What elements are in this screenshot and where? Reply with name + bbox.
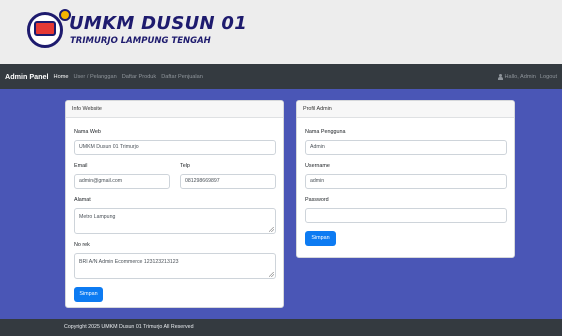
resize-handle-icon[interactable] — [269, 272, 274, 277]
resize-handle-icon[interactable] — [269, 227, 274, 232]
norek-textarea[interactable]: BRI A/N Admin Ecommerce 123123213123 — [74, 253, 276, 279]
alamat-label: Alamat — [74, 197, 91, 203]
alamat-textarea[interactable]: Metro Lampung — [74, 208, 276, 234]
navbar: Admin Panel Home User / Pelanggan Daftar… — [0, 64, 562, 89]
site-header: UMKM DUSUN 01 TRIMURJO LAMPUNG TENGAH — [0, 0, 562, 64]
email-label: Email — [74, 163, 88, 169]
info-website-card: Info Website Nama Web UMKM Dusun 01 Trim… — [65, 100, 284, 308]
nama-pengguna-label: Nama Pengguna — [305, 129, 346, 135]
nav-link-products[interactable]: Daftar Produk — [122, 74, 157, 80]
nama-pengguna-input[interactable]: Admin — [305, 140, 507, 155]
profil-admin-card: Profil Admin Nama Pengguna Admin Usernam… — [296, 100, 515, 258]
nav-user-area: Hallo, Admin Logout — [498, 64, 557, 89]
username-input[interactable]: admin — [305, 174, 507, 189]
nama-web-input[interactable]: UMKM Dusun 01 Trimurjo — [74, 140, 276, 155]
norek-value: BRI A/N Admin Ecommerce 123123213123 — [79, 259, 179, 265]
username-label: Username — [305, 163, 330, 169]
site-footer: Copyright 2025 UMKM Dusun 01 Trimurjo Al… — [0, 319, 562, 336]
nav-link-users[interactable]: User / Pelanggan — [73, 74, 116, 80]
main-content: Info Website Nama Web UMKM Dusun 01 Trim… — [0, 89, 562, 319]
user-greeting[interactable]: Hallo, Admin — [504, 74, 535, 80]
password-label: Password — [305, 197, 329, 203]
telp-input[interactable]: 081298669897 — [180, 174, 276, 189]
nama-web-label: Nama Web — [74, 129, 101, 135]
email-input[interactable]: admin@gmail.com — [74, 174, 170, 189]
save-website-button[interactable]: Simpan — [74, 287, 103, 302]
copyright-text: Copyright 2025 UMKM Dusun 01 Trimurjo Al… — [64, 324, 194, 330]
password-input[interactable] — [305, 208, 507, 223]
norek-label: No rek — [74, 242, 90, 248]
telp-label: Telp — [180, 163, 190, 169]
navbar-brand[interactable]: Admin Panel — [5, 72, 49, 81]
logo-title: UMKM DUSUN 01 — [69, 13, 248, 34]
nav-link-home[interactable]: Home — [54, 74, 69, 80]
shopping-cart-icon — [34, 21, 56, 36]
card-title: Profil Admin — [297, 101, 514, 118]
alamat-value: Metro Lampung — [79, 214, 116, 220]
card-title: Info Website — [66, 101, 283, 118]
logo-subtitle: TRIMURJO LAMPUNG TENGAH — [70, 36, 211, 46]
save-profile-button[interactable]: Simpan — [305, 231, 336, 246]
nav-link-sales[interactable]: Daftar Penjualan — [161, 74, 203, 80]
user-icon — [498, 73, 504, 80]
logout-link[interactable]: Logout — [540, 74, 557, 80]
nav-links: Home User / Pelanggan Daftar Produk Daft… — [54, 74, 208, 80]
